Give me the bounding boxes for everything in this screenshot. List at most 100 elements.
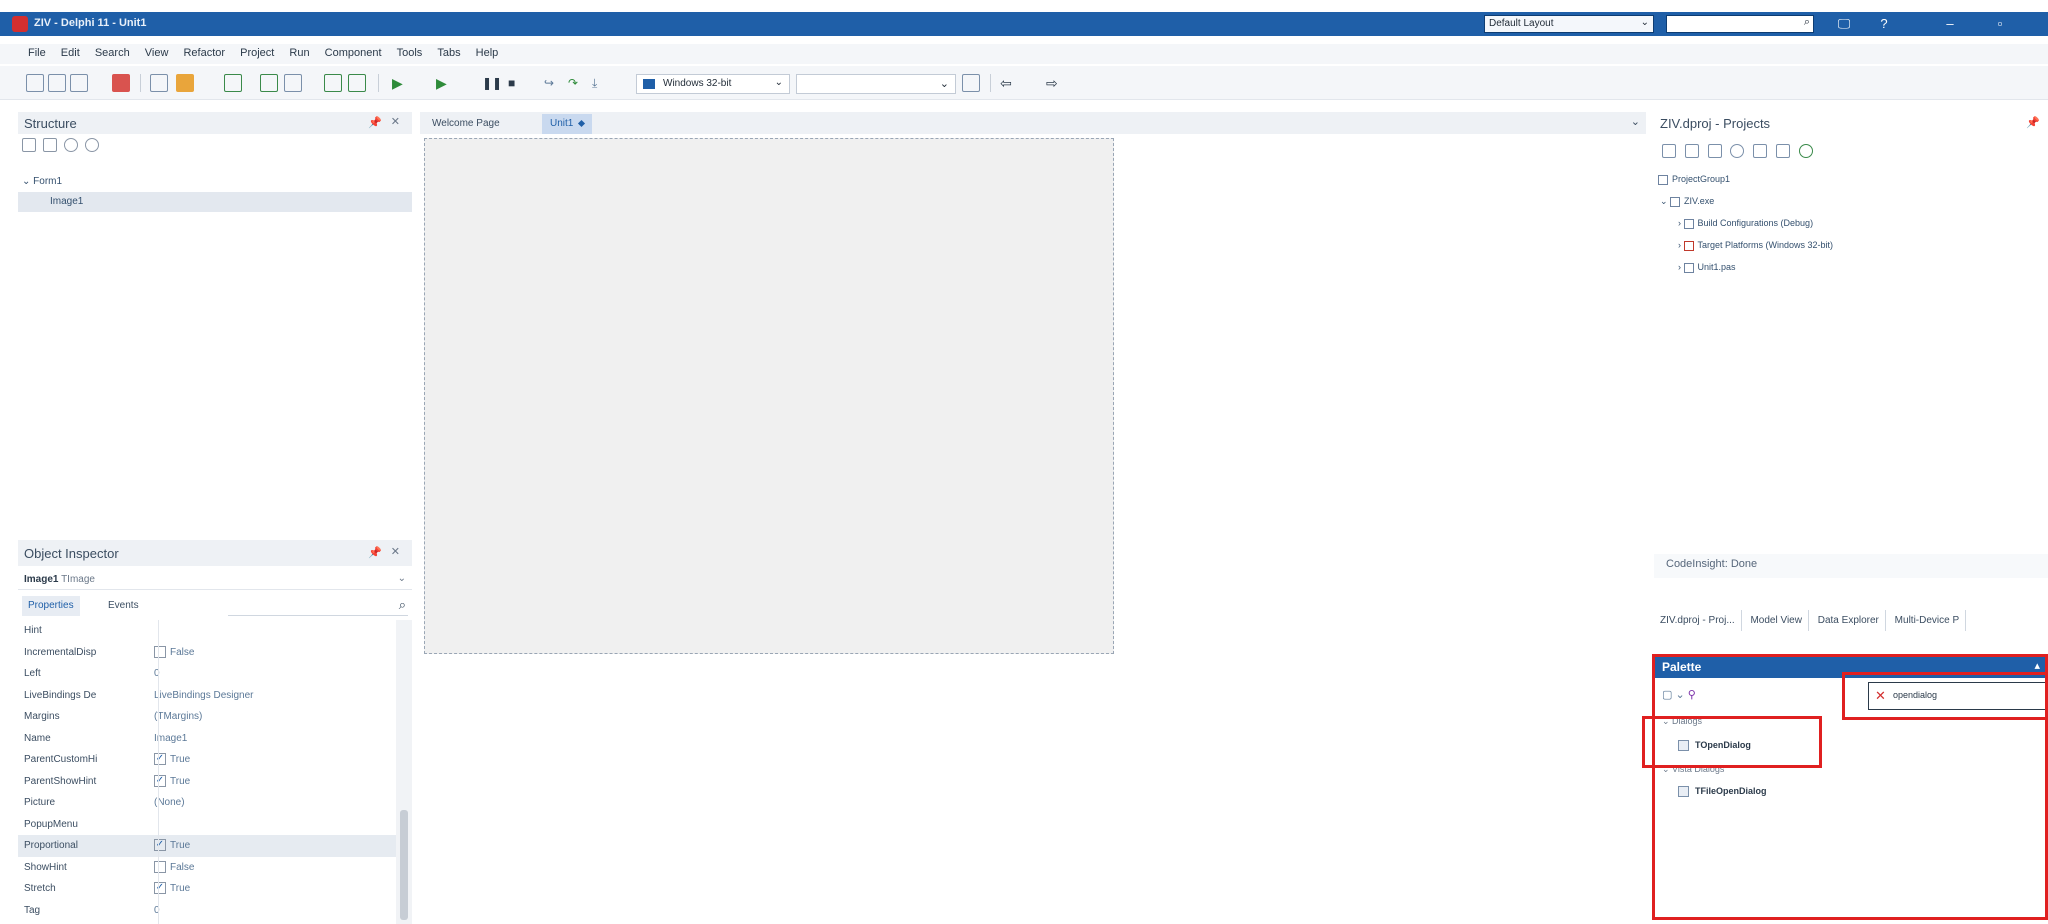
property-value[interactable]: Image1	[154, 728, 187, 749]
tab-properties[interactable]: Properties	[22, 596, 80, 616]
device-manager-icon[interactable]	[962, 74, 980, 92]
back-icon[interactable]: ⇦	[1000, 74, 1018, 92]
add-file-icon[interactable]	[324, 74, 342, 92]
checkbox-checked-icon[interactable]: ✓	[154, 753, 166, 766]
tree-node-build-config[interactable]: › Build Configurations (Debug)	[1678, 218, 1813, 229]
property-row[interactable]: ParentShowHint ✓ True	[18, 771, 396, 793]
menu-refactor[interactable]: Refactor	[177, 44, 231, 59]
menu-view[interactable]: View	[139, 44, 175, 59]
pin-icon[interactable]: 📌	[2026, 116, 2040, 129]
tree-node-form1[interactable]: ⌄ Form1	[18, 172, 412, 192]
pin-icon[interactable]: 📌	[368, 546, 382, 559]
menu-tabs[interactable]: Tabs	[431, 44, 466, 59]
save-all-icon[interactable]	[260, 74, 278, 92]
menu-edit[interactable]: Edit	[55, 44, 86, 59]
property-value[interactable]: False	[154, 857, 194, 878]
tab-data-explorer[interactable]: Data Explorer	[1812, 610, 1886, 631]
property-row[interactable]: ParentCustomHi ✓ True	[18, 749, 396, 771]
property-row[interactable]: ShowHint False	[18, 857, 396, 879]
tab-welcome-page[interactable]: Welcome Page	[424, 114, 508, 134]
property-scrollbar[interactable]	[396, 620, 412, 924]
object-selector[interactable]: Image1 TImage ⌄	[18, 570, 412, 590]
close-all-icon[interactable]	[112, 74, 130, 92]
property-row[interactable]: Stretch ✓ True	[18, 878, 396, 900]
step-into-icon[interactable]: ↪	[544, 74, 562, 92]
chevron-down-icon[interactable]: ⌄	[1631, 115, 1640, 128]
browse-icon[interactable]	[70, 74, 88, 92]
tree-node-target-platforms[interactable]: › Target Platforms (Windows 32-bit)	[1678, 240, 1833, 251]
forward-icon[interactable]: ⇨	[1046, 74, 1064, 92]
maximize-button[interactable]: ▫	[1986, 14, 2014, 34]
open-project-icon[interactable]	[150, 74, 168, 92]
property-value[interactable]: ✓ True	[154, 835, 190, 856]
tab-unit1[interactable]: Unit1	[542, 114, 593, 134]
menu-project[interactable]: Project	[234, 44, 280, 59]
tree-node-image1[interactable]: Image1	[18, 192, 412, 212]
run-icon[interactable]: ▶	[392, 74, 410, 92]
property-row[interactable]: Margins (TMargins)	[18, 706, 396, 728]
property-row[interactable]: PopupMenu	[18, 814, 396, 836]
step-over-icon[interactable]: ↷	[568, 74, 586, 92]
device-icon[interactable]: 🖵	[1830, 14, 1858, 34]
run-without-debug-icon[interactable]: ▶	[436, 74, 454, 92]
property-value[interactable]: ✓ True	[154, 749, 190, 770]
view-icon[interactable]	[1753, 144, 1768, 158]
help-button[interactable]: ?	[1870, 14, 1898, 34]
property-row[interactable]: Name Image1	[18, 728, 396, 750]
checkbox-checked-icon[interactable]: ✓	[154, 774, 166, 787]
open-icon[interactable]	[48, 74, 66, 92]
property-value[interactable]: ✓ True	[154, 878, 190, 899]
tab-multi-device[interactable]: Multi-Device P	[1889, 610, 1967, 631]
pin-icon[interactable]: 📌	[368, 116, 382, 129]
scrollbar-thumb[interactable]	[400, 810, 408, 920]
move-down-icon[interactable]	[85, 138, 100, 152]
property-row[interactable]: Left 0	[18, 663, 396, 685]
pause-icon[interactable]: ❚❚	[482, 74, 502, 92]
menu-search[interactable]: Search	[89, 44, 136, 59]
config-select[interactable]: ⌄	[796, 74, 956, 94]
remove-icon[interactable]	[1707, 144, 1722, 158]
menu-file[interactable]: File	[22, 44, 52, 59]
property-value[interactable]: ✓ True	[154, 771, 190, 792]
tab-model-view[interactable]: Model View	[1744, 610, 1809, 631]
tab-events[interactable]: Events	[102, 596, 145, 616]
minimize-button[interactable]: –	[1936, 14, 1964, 34]
checkbox-checked-icon[interactable]: ✓	[154, 882, 166, 895]
close-icon[interactable]: ✕	[391, 115, 400, 128]
menu-help[interactable]: Help	[470, 44, 505, 59]
close-icon[interactable]: ✕	[391, 545, 400, 558]
tree-node-exe[interactable]: ⌄ ZIV.exe	[1660, 196, 1714, 207]
property-value[interactable]: (TMargins)	[154, 706, 202, 727]
column-divider[interactable]	[158, 620, 159, 924]
sync-icon[interactable]	[1730, 144, 1745, 158]
folder-icon[interactable]	[176, 74, 194, 92]
form-designer-surface[interactable]	[424, 138, 1114, 654]
property-row[interactable]: Tag 0	[18, 900, 396, 922]
checkbox-icon[interactable]	[154, 860, 166, 873]
tab-projects[interactable]: ZIV.dproj - Proj...	[1654, 610, 1742, 631]
property-row[interactable]: Proportional ✓ True	[18, 835, 396, 857]
add-icon[interactable]	[1684, 144, 1699, 158]
trace-icon[interactable]: ⤓	[592, 74, 610, 92]
options-icon[interactable]	[1798, 144, 1813, 158]
activate-icon[interactable]	[1662, 144, 1676, 158]
tree-node-unit1-pas[interactable]: › Unit1.pas	[1678, 262, 1736, 273]
checkbox-icon[interactable]	[154, 645, 166, 658]
expand-icon[interactable]	[22, 138, 36, 152]
property-row[interactable]: IncrementalDisp False	[18, 642, 396, 664]
ide-search-input[interactable]: ⌕	[1666, 15, 1814, 33]
remove-file-icon[interactable]	[348, 74, 366, 92]
save-as-icon[interactable]	[284, 74, 302, 92]
property-filter-input[interactable]: ⌕	[228, 596, 408, 616]
move-up-icon[interactable]	[64, 138, 79, 152]
menu-component[interactable]: Component	[319, 44, 388, 59]
new-icon[interactable]	[26, 74, 44, 92]
property-value[interactable]: LiveBindings Designer	[154, 685, 254, 706]
build-icon[interactable]	[1775, 144, 1790, 158]
collapse-icon[interactable]	[43, 138, 58, 152]
property-value[interactable]: False	[154, 642, 194, 663]
property-row[interactable]: LiveBindings De LiveBindings Designer	[18, 685, 396, 707]
menu-run[interactable]: Run	[283, 44, 315, 59]
property-row[interactable]: Picture (None)	[18, 792, 396, 814]
checkbox-checked-icon[interactable]: ✓	[154, 839, 166, 852]
